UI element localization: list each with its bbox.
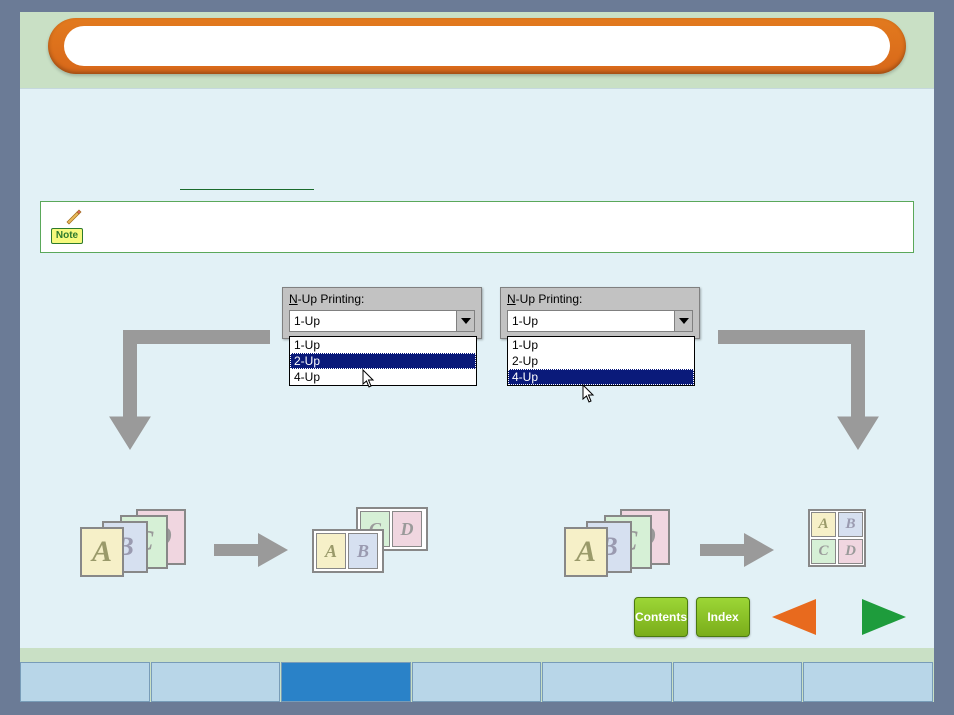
arrow-right-icon bbox=[700, 533, 774, 567]
prev-button[interactable] bbox=[766, 597, 820, 637]
hyperlink-placeholder[interactable] bbox=[180, 189, 314, 190]
dropdown-option[interactable]: 2-Up bbox=[290, 353, 476, 369]
index-button[interactable]: Index bbox=[696, 597, 750, 637]
bottom-tab[interactable] bbox=[151, 662, 281, 702]
dropdown-list[interactable]: 1-Up2-Up4-Up bbox=[289, 336, 477, 386]
page-body: Note N-Up Printing: 1-Up 1-Up2-Up4-Up N-… bbox=[20, 88, 934, 648]
dropdown-option[interactable]: 1-Up bbox=[290, 337, 476, 353]
nup-dropdown-right[interactable]: N-Up Printing: 1-Up 1-Up2-Up4-Up bbox=[500, 287, 700, 339]
note-box: Note bbox=[40, 201, 914, 253]
cursor-icon bbox=[582, 384, 596, 404]
dropdown-display[interactable]: 1-Up bbox=[507, 310, 693, 332]
bottom-tab[interactable] bbox=[803, 662, 933, 702]
bottom-tab[interactable] bbox=[20, 662, 150, 702]
page-a: A bbox=[80, 527, 124, 577]
dropdown-arrow-icon[interactable] bbox=[456, 311, 474, 331]
title-bar-inner bbox=[64, 26, 890, 66]
next-button[interactable] bbox=[858, 597, 912, 637]
bottom-tab[interactable] bbox=[542, 662, 672, 702]
tab-strip bbox=[20, 662, 934, 702]
result-2up-front: A B bbox=[312, 529, 384, 573]
bottom-tab[interactable] bbox=[673, 662, 803, 702]
flow-arrow-right bbox=[708, 327, 888, 457]
dropdown-option[interactable]: 1-Up bbox=[508, 337, 694, 353]
note-label: Note bbox=[51, 228, 83, 244]
dropdown-option[interactable]: 4-Up bbox=[290, 369, 476, 385]
bottom-tab[interactable] bbox=[412, 662, 542, 702]
bottom-tab[interactable] bbox=[281, 662, 411, 702]
dropdown-label: N-Up Printing: bbox=[283, 288, 481, 308]
dropdown-label: N-Up Printing: bbox=[501, 288, 699, 308]
dropdown-display[interactable]: 1-Up bbox=[289, 310, 475, 332]
arrow-right-icon bbox=[214, 533, 288, 567]
dropdown-arrow-icon[interactable] bbox=[674, 311, 692, 331]
dropdown-option[interactable]: 2-Up bbox=[508, 353, 694, 369]
title-bar bbox=[48, 18, 906, 74]
nup-dropdown-left[interactable]: N-Up Printing: 1-Up 1-Up2-Up4-Up bbox=[282, 287, 482, 339]
dropdown-list[interactable]: 1-Up2-Up4-Up bbox=[507, 336, 695, 386]
flow-arrow-left bbox=[100, 327, 280, 457]
page-a: A bbox=[564, 527, 608, 577]
dropdown-option[interactable]: 4-Up bbox=[508, 369, 694, 385]
contents-button[interactable]: Contents bbox=[634, 597, 688, 637]
result-4up: A B C D bbox=[808, 509, 866, 567]
note-icon: Note bbox=[51, 210, 89, 244]
